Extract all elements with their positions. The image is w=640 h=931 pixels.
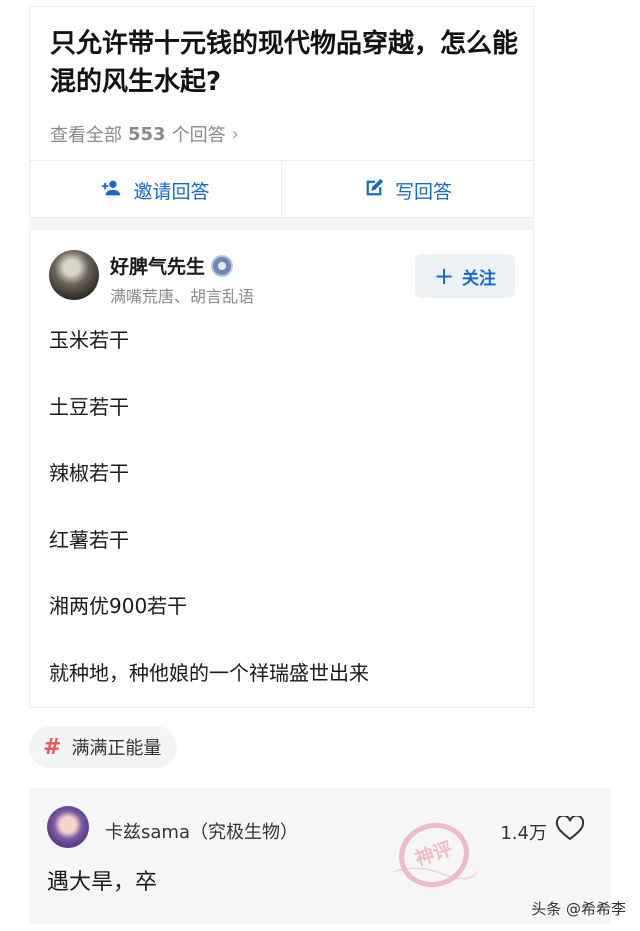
answer-line: 土豆若干	[49, 394, 129, 419]
author-avatar[interactable]	[49, 250, 99, 300]
answer-line: 红薯若干	[49, 527, 129, 552]
hashtag-icon: #	[43, 734, 62, 760]
invite-answer-label: 邀请回答	[133, 180, 210, 203]
view-all-answers-link[interactable]: 查看全部 553 个回答 ›	[50, 121, 239, 147]
follow-button[interactable]: + 关注	[415, 254, 515, 298]
comment-text: 遇大旱，卒	[47, 870, 158, 895]
answer-line: 玉米若干	[49, 328, 129, 352]
follow-label: 关注	[462, 268, 497, 289]
answer-line: 湘两优900若干	[49, 594, 188, 618]
answer-line: 就种地，种他娘的一个祥瑞盛世出来	[49, 660, 369, 685]
question-card: 只允许带十元钱的现代物品穿越，怎么能混的风生水起? 查看全部 553 个回答 ›…	[29, 6, 534, 219]
question-actions: 邀请回答 写回答	[30, 160, 533, 219]
stamp-text: 神评	[412, 837, 455, 871]
topic-tag[interactable]: # 满满正能量	[29, 726, 178, 768]
verified-badge-icon	[211, 254, 234, 277]
answer-card: 好脾气先生 满嘴荒唐、胡言乱语 + 关注 玉米若干 土豆若干 辣椒若干 红薯若干…	[29, 230, 534, 708]
heart-outline-icon	[555, 814, 585, 847]
view-all-prefix: 查看全部	[50, 125, 122, 146]
comment-like-button[interactable]: 1.4万	[500, 814, 585, 847]
author-name-row[interactable]: 好脾气先生	[110, 252, 234, 279]
author-bio: 满嘴荒唐、胡言乱语	[110, 287, 255, 306]
answer-line: 辣椒若干	[49, 461, 129, 485]
watermark: 头条 @希希李	[531, 900, 626, 918]
answer-body: 玉米若干 土豆若干 辣椒若干 红薯若干 湘两优900若干 就种地，种他娘的一个祥…	[49, 325, 369, 724]
question-title[interactable]: 只允许带十元钱的现代物品穿越，怎么能混的风生水起?	[50, 25, 520, 101]
section-divider	[29, 218, 534, 230]
hot-comment-stamp-icon: 神评	[392, 822, 477, 888]
view-all-suffix: 个回答	[171, 125, 226, 146]
featured-comment: 卡兹sama（究极生物） 神评 1.4万 遇大旱，卒	[29, 788, 611, 924]
write-answer-button[interactable]: 写回答	[281, 161, 533, 219]
plus-icon: +	[433, 262, 455, 290]
author-name: 好脾气先生	[110, 256, 206, 278]
commenter-name[interactable]: 卡兹sama（究极生物）	[105, 818, 298, 844]
answer-count: 553	[128, 123, 166, 145]
topic-tag-label: 满满正能量	[71, 738, 162, 759]
edit-icon	[363, 177, 385, 204]
invite-answer-button[interactable]: 邀请回答	[30, 161, 281, 219]
person-add-icon	[101, 177, 123, 204]
chevron-right-icon: ›	[231, 123, 239, 145]
write-answer-label: 写回答	[394, 180, 452, 203]
commenter-avatar[interactable]	[47, 806, 89, 848]
comment-like-count: 1.4万	[500, 822, 547, 844]
